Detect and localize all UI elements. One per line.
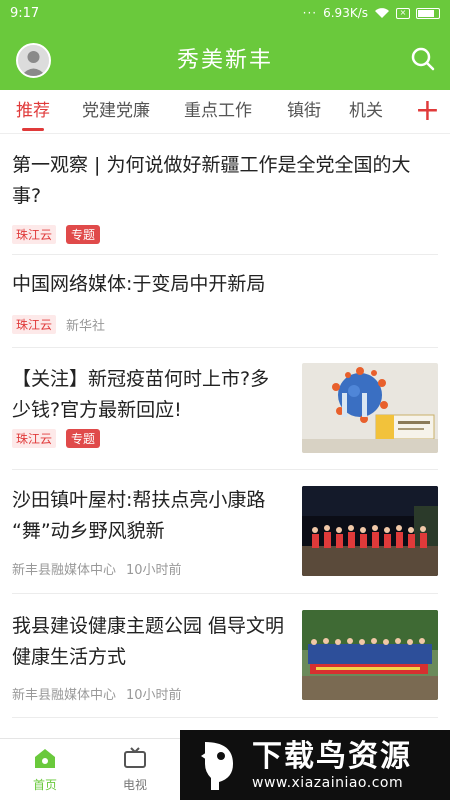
status-time: 9:17 xyxy=(10,5,40,21)
article-title: 沙田镇叶屋村:帮扶点亮小康路 “舞”动乡野风貌新 xyxy=(12,489,266,542)
search-icon[interactable] xyxy=(410,46,436,72)
source-badge: 珠江云 xyxy=(12,225,57,244)
source-badge: 珠江云 xyxy=(12,315,57,334)
tab-key-work[interactable]: 重点工作 xyxy=(184,90,252,134)
avatar-icon[interactable] xyxy=(16,43,51,78)
tab-towns[interactable]: 镇街 xyxy=(287,90,321,134)
article-meta: 珠江云 新华社 xyxy=(12,315,105,334)
article-meta: 新丰县融媒体中心 10小时前 xyxy=(12,559,182,578)
status-bar: 9:17 ··· 6.93K/s × xyxy=(0,0,450,26)
article-list: 第一观察 | 为何说做好新疆工作是全党全国的大事? 珠江云 专题 中国网络媒体:… xyxy=(0,134,450,718)
status-dots: ··· xyxy=(302,6,318,20)
topic-badge: 专题 xyxy=(66,429,101,448)
battery-icon xyxy=(416,7,440,19)
article-meta: 新丰县融媒体中心 10小时前 xyxy=(12,684,182,703)
publisher-label: 新华社 xyxy=(66,319,106,334)
watermark-url: www.xiazainiao.com xyxy=(252,775,404,791)
list-item[interactable]: 【关注】新冠疫苗何时上市?多少钱?官方最新回应! 珠江云 专题 xyxy=(12,348,438,470)
nav-tv[interactable]: 电视 xyxy=(90,739,180,800)
list-item[interactable]: 第一观察 | 为何说做好新疆工作是全党全国的大事? 珠江云 专题 xyxy=(12,134,438,255)
article-title: 第一观察 | 为何说做好新疆工作是全党全国的大事? xyxy=(12,154,411,207)
channel-tabs: 推荐 党建党廉 重点工作 镇街 机关 xyxy=(0,90,450,134)
bird-logo-icon xyxy=(188,735,248,795)
article-meta: 珠江云 专题 xyxy=(12,429,101,448)
time-label: 10小时前 xyxy=(126,688,182,703)
app-title: 秀美新丰 xyxy=(176,48,273,73)
network-speed: 6.93K/s xyxy=(323,6,368,20)
nav-tv-label: 电视 xyxy=(122,777,147,792)
list-item[interactable]: 沙田镇叶屋村:帮扶点亮小康路 “舞”动乡野风貌新 新丰县融媒体中心 10小时前 xyxy=(12,470,438,594)
source-badge: 珠江云 xyxy=(12,429,57,448)
list-item[interactable]: 中国网络媒体:于变局中开新局 珠江云 新华社 xyxy=(12,255,438,348)
tab-party-building[interactable]: 党建党廉 xyxy=(82,90,150,134)
night-dance-image xyxy=(302,486,438,576)
wifi-icon xyxy=(374,7,390,19)
app-header: 秀美新丰 xyxy=(0,26,450,90)
tab-agencies[interactable]: 机关 xyxy=(349,90,383,134)
article-title: 我县建设健康主题公园 倡导文明健康生活方式 xyxy=(12,615,285,668)
article-title: 【关注】新冠疫苗何时上市?多少钱?官方最新回应! xyxy=(12,368,270,421)
watermark-title: 下载鸟资源 xyxy=(252,739,412,774)
topic-badge: 专题 xyxy=(66,225,101,244)
vaccine-image xyxy=(302,363,438,453)
add-channel-button[interactable]: + xyxy=(415,96,440,126)
list-item[interactable]: 我县建设健康主题公园 倡导文明健康生活方式 新丰县融媒体中心 10小时前 xyxy=(12,594,438,718)
article-title: 中国网络媒体:于变局中开新局 xyxy=(12,273,266,295)
tab-recommend[interactable]: 推荐 xyxy=(16,90,50,134)
publisher-label: 新丰县融媒体中心 xyxy=(12,688,117,703)
nav-home[interactable]: 首页 xyxy=(0,739,90,800)
home-icon xyxy=(33,747,57,772)
tv-icon xyxy=(123,746,147,772)
watermark-banner: 下载鸟资源 www.xiazainiao.com xyxy=(180,730,450,800)
time-label: 10小时前 xyxy=(126,563,182,578)
publisher-label: 新丰县融媒体中心 xyxy=(12,563,117,578)
sim-x-icon: × xyxy=(396,7,410,19)
status-right: ··· 6.93K/s × xyxy=(303,6,440,20)
group-photo-image xyxy=(302,610,438,700)
nav-home-label: 首页 xyxy=(32,777,57,792)
article-meta: 珠江云 专题 xyxy=(12,225,101,244)
